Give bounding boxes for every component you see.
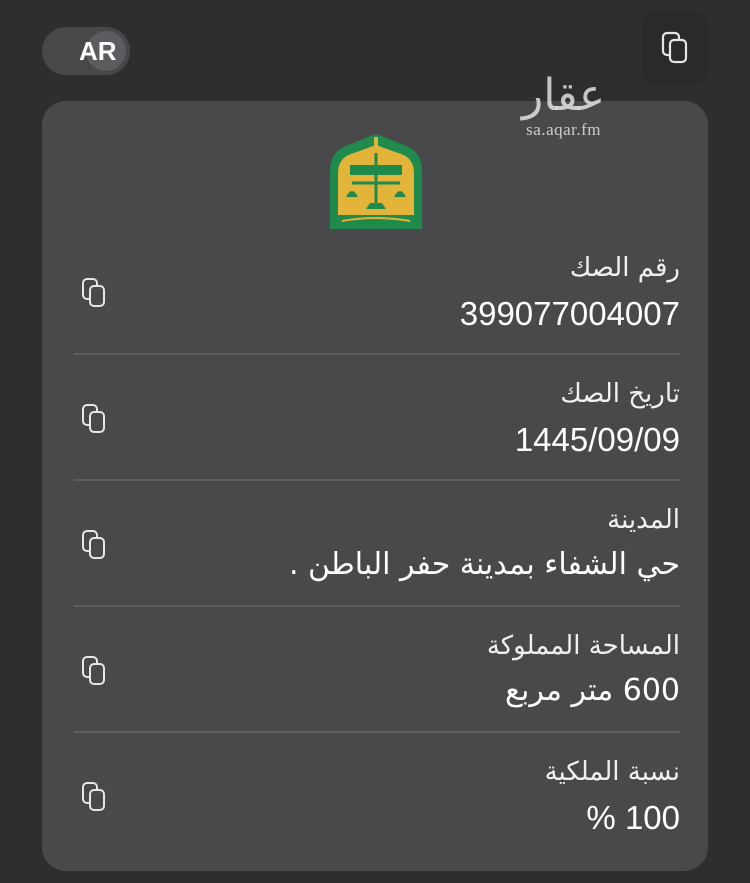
copy-icon bbox=[82, 278, 105, 307]
copy-city-button[interactable] bbox=[74, 525, 114, 565]
deed-date-row: تاريخ الصك 1445/09/09 bbox=[74, 355, 680, 481]
copy-icon bbox=[82, 656, 105, 685]
copy-all-button[interactable] bbox=[642, 12, 708, 84]
city-label: المدينة bbox=[607, 505, 680, 535]
ownership-ratio-row: نسبة الملكية 100 % bbox=[74, 733, 680, 859]
deed-number-row: رقم الصك 399077004007 bbox=[74, 229, 680, 355]
city-value: حي الشفاء بمدينة حفر الباطن . bbox=[288, 547, 680, 582]
owned-area-label: المساحة المملوكة bbox=[486, 631, 680, 661]
deed-number-label: رقم الصك bbox=[569, 253, 680, 283]
copy-owned-area-button[interactable] bbox=[74, 651, 114, 691]
city-row: المدينة حي الشفاء بمدينة حفر الباطن . bbox=[74, 481, 680, 607]
top-bar: AR bbox=[0, 0, 750, 95]
deed-card: رقم الصك 399077004007 تاريخ الصك 1445/09… bbox=[42, 101, 708, 871]
deed-date-value: 1445/09/09 bbox=[514, 421, 680, 458]
language-toggle[interactable]: AR bbox=[42, 27, 130, 75]
deed-details: رقم الصك 399077004007 تاريخ الصك 1445/09… bbox=[42, 229, 708, 859]
language-toggle-label: AR bbox=[79, 36, 117, 66]
copy-icon bbox=[82, 530, 105, 559]
deed-number-value: 399077004007 bbox=[459, 295, 680, 332]
ministry-of-justice-emblem bbox=[330, 135, 422, 229]
copy-icon bbox=[82, 782, 105, 811]
copy-ownership-ratio-button[interactable] bbox=[74, 777, 114, 817]
ownership-ratio-label: نسبة الملكية bbox=[544, 757, 680, 787]
owned-area-row: المساحة المملوكة 600 متر مربع bbox=[74, 607, 680, 733]
copy-deed-date-button[interactable] bbox=[74, 399, 114, 439]
deed-date-label: تاريخ الصك bbox=[560, 379, 680, 409]
copy-deed-number-button[interactable] bbox=[74, 273, 114, 313]
ownership-ratio-value: 100 % bbox=[586, 799, 680, 836]
owned-area-value: 600 متر مربع bbox=[505, 673, 680, 708]
copy-icon bbox=[661, 31, 688, 64]
copy-icon bbox=[82, 404, 105, 433]
